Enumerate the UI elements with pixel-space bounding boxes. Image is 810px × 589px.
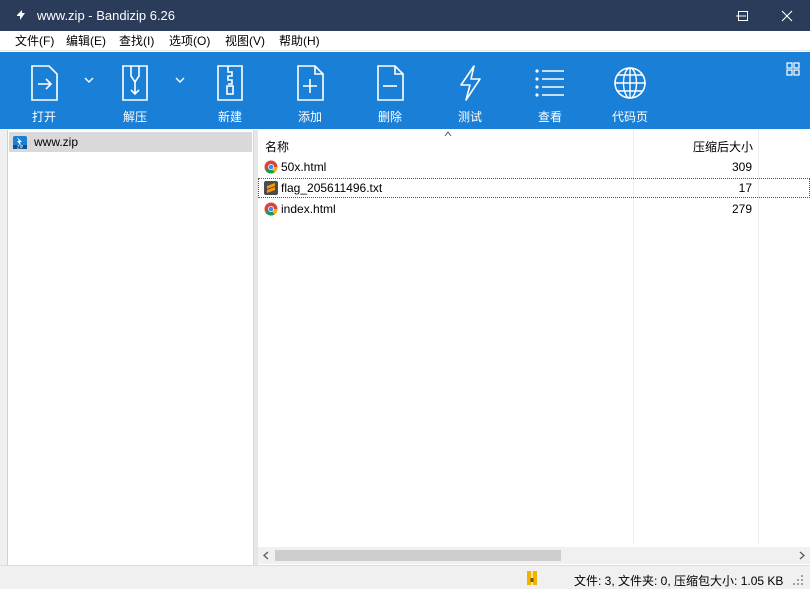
add-button[interactable]: 添加 bbox=[275, 52, 345, 129]
horizontal-scrollbar[interactable] bbox=[258, 547, 810, 564]
view-list-icon bbox=[535, 69, 564, 97]
tree-item-label: www.zip bbox=[34, 135, 79, 149]
left-edge-strip bbox=[0, 130, 8, 565]
test-lightning-icon bbox=[460, 65, 481, 101]
codepage-globe-icon bbox=[614, 67, 646, 99]
column-header-name[interactable]: 名称 bbox=[258, 130, 634, 156]
codepage-button[interactable]: 代码页 bbox=[595, 52, 665, 129]
chrome-html-icon bbox=[264, 202, 278, 216]
open-button[interactable]: 打开 bbox=[9, 52, 79, 129]
zip-archive-icon: ZIP bbox=[13, 136, 27, 150]
codepage-label: 代码页 bbox=[611, 110, 648, 124]
archive-status-icon bbox=[527, 571, 537, 585]
window-title: www.zip - Bandizip 6.26 bbox=[37, 8, 176, 23]
extract-label: 解压 bbox=[122, 110, 147, 124]
file-size: 309 bbox=[731, 160, 752, 174]
menu-find[interactable]: 查找(I) bbox=[119, 33, 154, 49]
file-row[interactable]: 50x.html 309 bbox=[258, 157, 810, 177]
status-text: 文件: 3, 文件夹: 0, 压缩包大小: 1.05 KB bbox=[574, 574, 784, 588]
column-size-label: 压缩后大小 bbox=[692, 140, 753, 154]
menu-bar: 文件(F) 编辑(E) 查找(I) 选项(O) 视图(V) 帮助(H) bbox=[0, 31, 810, 51]
file-row-focused[interactable]: flag_205611496.txt 17 bbox=[258, 178, 810, 198]
resize-grip-icon[interactable] bbox=[792, 574, 804, 586]
layout-grid-icon[interactable] bbox=[786, 62, 800, 76]
file-name: 50x.html bbox=[281, 160, 327, 174]
delete-label: 删除 bbox=[377, 110, 402, 124]
close-button[interactable] bbox=[764, 0, 810, 31]
file-size: 279 bbox=[731, 202, 752, 216]
view-button[interactable]: 查看 bbox=[515, 52, 585, 129]
file-size: 17 bbox=[738, 181, 752, 195]
menu-file[interactable]: 文件(F) bbox=[15, 33, 54, 49]
archive-tree-pane: ZIP www.zip bbox=[8, 130, 254, 565]
status-bar: 文件: 3, 文件夹: 0, 压缩包大小: 1.05 KB bbox=[0, 565, 810, 589]
close-icon bbox=[781, 10, 793, 21]
sublime-text-icon bbox=[264, 181, 278, 195]
extract-icon bbox=[122, 65, 148, 101]
menu-help[interactable]: 帮助(H) bbox=[279, 33, 320, 49]
delete-button[interactable]: 删除 bbox=[355, 52, 425, 129]
new-archive-icon bbox=[217, 65, 243, 101]
menu-edit[interactable]: 编辑(E) bbox=[66, 33, 106, 49]
column-header-size[interactable]: 压缩后大小 bbox=[634, 130, 758, 156]
title-bar: www.zip - Bandizip 6.26 bbox=[0, 0, 810, 31]
open-dropdown-icon[interactable] bbox=[84, 76, 94, 84]
maximize-button-visual[interactable] bbox=[720, 0, 766, 31]
maximize-icon bbox=[738, 10, 748, 21]
new-button[interactable]: 新建 bbox=[195, 52, 265, 129]
column-name-label: 名称 bbox=[265, 140, 290, 154]
menu-options[interactable]: 选项(O) bbox=[169, 33, 210, 49]
scroll-right-icon[interactable] bbox=[798, 551, 806, 560]
menu-view[interactable]: 视图(V) bbox=[225, 33, 265, 49]
tree-item-archive[interactable]: ZIP www.zip bbox=[9, 132, 252, 152]
file-name: index.html bbox=[281, 202, 336, 216]
test-label: 测试 bbox=[457, 110, 482, 124]
extract-dropdown-icon[interactable] bbox=[175, 76, 185, 84]
add-label: 添加 bbox=[297, 110, 322, 124]
new-label: 新建 bbox=[217, 110, 242, 124]
add-file-icon bbox=[297, 65, 324, 101]
bandizip-app-icon bbox=[17, 10, 25, 20]
file-list-pane: 名称 压缩后大小 50x.html 309 flag_205611496.txt… bbox=[258, 130, 810, 565]
svg-text:ZIP: ZIP bbox=[17, 145, 24, 150]
chrome-html-icon bbox=[264, 160, 278, 174]
test-button[interactable]: 测试 bbox=[435, 52, 505, 129]
scrollbar-thumb[interactable] bbox=[275, 550, 561, 561]
open-file-icon bbox=[31, 65, 58, 101]
extract-button[interactable]: 解压 bbox=[100, 52, 170, 129]
view-label: 查看 bbox=[537, 110, 562, 124]
toolbar: 打开 解压 新建 添加 删除 测试 查看 代码页 bbox=[0, 52, 810, 129]
file-name: flag_205611496.txt bbox=[281, 181, 383, 195]
open-label: 打开 bbox=[31, 110, 56, 124]
delete-file-icon bbox=[377, 65, 404, 101]
file-row[interactable]: index.html 279 bbox=[258, 199, 810, 219]
scroll-left-icon[interactable] bbox=[262, 551, 270, 560]
